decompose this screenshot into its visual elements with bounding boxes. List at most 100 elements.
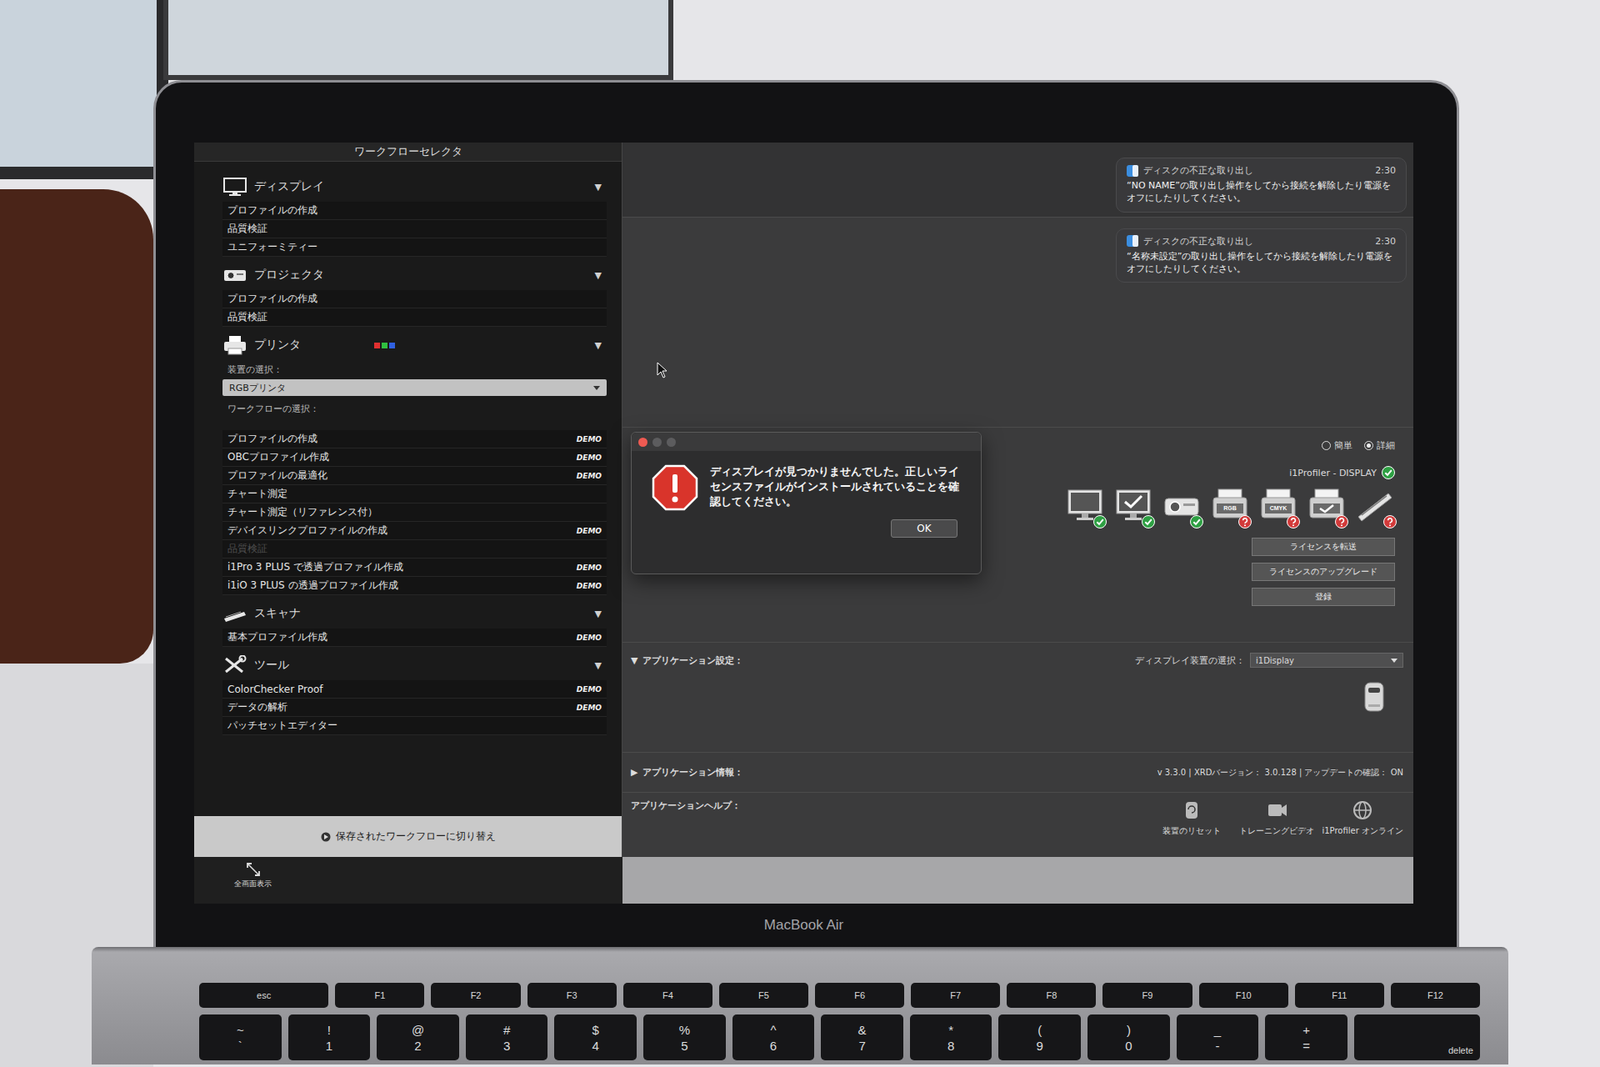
license-button[interactable]: 登録 bbox=[1251, 587, 1395, 606]
radio-button[interactable] bbox=[1364, 440, 1374, 450]
application-help: アプリケーションヘルプ：装置のリセットトレーニングビデオi1Profiler オ… bbox=[622, 792, 1414, 857]
radio-label: 簡単 bbox=[1334, 439, 1353, 452]
online-icon bbox=[1350, 799, 1375, 821]
license-button[interactable]: ライセンスを転送 bbox=[1251, 537, 1395, 556]
device-select[interactable]: RGBプリンタ bbox=[222, 379, 607, 396]
workflow-item[interactable]: プロファイルの最適化DEMO bbox=[222, 466, 607, 485]
switch-icon bbox=[320, 831, 331, 842]
dialog-titlebar bbox=[631, 432, 981, 451]
saved-workflow-button[interactable]: 保存されたワークフローに切り替え bbox=[194, 815, 622, 857]
expand-toggle[interactable]: ▼ bbox=[595, 181, 607, 193]
section-header[interactable]: スキャナ▼ bbox=[222, 598, 607, 629]
ok-button[interactable]: OK bbox=[890, 519, 958, 538]
section-header[interactable]: プロジェクタ ▼ bbox=[222, 260, 607, 290]
application-info: ▶アプリケーション情報：v 3.3.0 | XRDバージョン： 3.0.128 … bbox=[622, 752, 1414, 793]
workflow-item[interactable]: ColorChecker ProofDEMO bbox=[222, 680, 607, 699]
key-shift-label: & bbox=[858, 1023, 867, 1036]
section-label: プロジェクタ bbox=[254, 267, 325, 283]
keyboard-key[interactable]: *8 bbox=[910, 1014, 993, 1060]
module-icons: RGBCMYK bbox=[1065, 486, 1395, 525]
fullscreen-button[interactable]: 全画面表示 bbox=[234, 861, 272, 890]
workflow-item[interactable]: 基本プロファイル作成DEMO bbox=[222, 628, 607, 647]
display-device-select[interactable]: i1Display bbox=[1250, 652, 1404, 668]
number-row: ~`!1@2#3$4%5^6&7*8(9)0_-+=delete bbox=[199, 1014, 1480, 1060]
keyboard-key[interactable]: F8 bbox=[1006, 982, 1096, 1008]
keyboard-key[interactable]: F6 bbox=[815, 982, 905, 1008]
expand-toggle[interactable]: ▼ bbox=[630, 655, 638, 666]
workflow-item[interactable]: プロファイルの作成 bbox=[222, 201, 607, 220]
section-header[interactable]: ツール▼ bbox=[222, 650, 607, 680]
keyboard-key[interactable]: F10 bbox=[1199, 982, 1289, 1008]
notification[interactable]: ディスクの不正な取り出し2:30“名称未設定”の取り出し操作をしてから接続を解除… bbox=[1115, 228, 1407, 284]
keyboard-key[interactable]: F3 bbox=[527, 982, 617, 1008]
workflow-item[interactable]: パッチセットエディター bbox=[222, 716, 607, 735]
license-button[interactable]: ライセンスのアップグレード bbox=[1251, 562, 1395, 581]
keyboard-key[interactable]: !1 bbox=[288, 1014, 371, 1060]
expand-toggle[interactable]: ▶ bbox=[630, 766, 638, 778]
workflow-item[interactable]: デバイスリンクプロファイルの作成DEMO bbox=[222, 521, 607, 540]
mode-radio[interactable]: 詳細 bbox=[1364, 439, 1395, 452]
keyboard-key[interactable]: F1 bbox=[335, 982, 425, 1008]
help-button[interactable]: 装置のリセット bbox=[1151, 799, 1232, 837]
key-label: 3 bbox=[503, 1039, 510, 1052]
keyboard-key[interactable]: ^6 bbox=[732, 1014, 815, 1060]
keyboard-key[interactable]: F2 bbox=[430, 982, 520, 1008]
keyboard-key[interactable]: F4 bbox=[623, 982, 713, 1008]
notification[interactable]: ディスクの不正な取り出し2:30“NO NAME”の取り出し操作をしてから接続を… bbox=[1115, 157, 1407, 213]
keyboard-key[interactable]: &7 bbox=[820, 1014, 904, 1060]
workflow-item[interactable]: i1iO 3 PLUS の透過プロファイル作成DEMO bbox=[222, 576, 607, 595]
workflow-item[interactable]: ユニフォーミティー bbox=[222, 238, 607, 257]
keyboard-key[interactable]: F7 bbox=[910, 982, 1000, 1008]
expand-toggle[interactable]: ▼ bbox=[595, 608, 607, 620]
keyboard-key[interactable]: F12 bbox=[1390, 982, 1480, 1008]
keyboard-key[interactable]: F5 bbox=[719, 982, 809, 1008]
notifications: ディスクの不正な取り出し2:30“NO NAME”の取り出し操作をしてから接続を… bbox=[1115, 157, 1407, 283]
question-icon bbox=[1238, 515, 1252, 529]
radio-button[interactable] bbox=[1321, 440, 1331, 450]
workflow-item[interactable]: i1Pro 3 PLUS で透過プロファイル作成DEMO bbox=[222, 558, 607, 577]
help-button[interactable]: i1Profiler オンライン bbox=[1321, 799, 1404, 837]
keyboard-key[interactable]: @2 bbox=[376, 1014, 460, 1060]
keyboard-key[interactable]: #3 bbox=[465, 1014, 549, 1060]
workflow-item[interactable]: チャート測定 bbox=[222, 485, 607, 504]
keyboard-key[interactable]: %5 bbox=[643, 1014, 726, 1060]
workflow-item-label: プロファイルの作成 bbox=[227, 431, 318, 446]
workflow-item[interactable]: 品質検証 bbox=[222, 220, 607, 239]
workflow-item[interactable]: プロファイルの作成DEMO bbox=[222, 430, 607, 449]
error-dialog: ディスプレイが見つかりませんでした。正しいライセンスファイルがインストールされて… bbox=[630, 431, 982, 575]
section-header[interactable]: プリンタ▼ bbox=[222, 330, 607, 360]
delete-key[interactable]: delete bbox=[1354, 1014, 1480, 1060]
keyboard-key[interactable]: F9 bbox=[1102, 982, 1192, 1008]
help-button[interactable]: トレーニングビデオ bbox=[1236, 799, 1317, 837]
keyboard-key[interactable]: esc bbox=[199, 982, 329, 1008]
workflow-item[interactable]: OBCプロファイル作成DEMO bbox=[222, 448, 607, 467]
question-icon bbox=[1383, 515, 1397, 529]
expand-toggle[interactable]: ▼ bbox=[595, 340, 607, 351]
keyboard-key[interactable]: _- bbox=[1176, 1014, 1260, 1060]
keyboard-key[interactable]: ~` bbox=[199, 1014, 282, 1060]
workflow-item[interactable]: チャート測定（リファレンス付） bbox=[222, 503, 607, 522]
module bbox=[1113, 486, 1154, 525]
workflow-item[interactable]: データの解析DEMO bbox=[222, 698, 607, 717]
section-header[interactable]: ディスプレイ ▼ bbox=[222, 171, 607, 202]
workflow-item[interactable]: 品質検証 bbox=[222, 308, 607, 327]
laptop-lid: ワークフローセレクタディスプレイ▼プロファイルの作成品質検証ユニフォーミティープ… bbox=[153, 80, 1460, 947]
expand-toggle[interactable]: ▼ bbox=[595, 660, 607, 671]
finder-icon bbox=[1126, 235, 1139, 247]
key-shift-label: % bbox=[679, 1023, 690, 1036]
display-device-label: ディスプレイ装置の選択： bbox=[1135, 654, 1245, 667]
keyboard-key[interactable]: F11 bbox=[1295, 982, 1385, 1008]
section-label: ディスプレイ bbox=[254, 179, 325, 195]
mode-radio[interactable]: 簡単 bbox=[1321, 439, 1353, 452]
workflow-item[interactable]: プロファイルの作成 bbox=[222, 290, 607, 309]
keyboard-key[interactable]: += bbox=[1265, 1014, 1348, 1060]
workflow-section: プリンタ▼装置の選択：RGBプリンタワークフローの選択：プロファイルの作成DEM… bbox=[222, 330, 607, 595]
expand-toggle[interactable]: ▼ bbox=[595, 270, 607, 281]
workflow-section: スキャナ▼基本プロファイル作成DEMO bbox=[222, 598, 607, 647]
background-monitor bbox=[0, 0, 169, 180]
close-button[interactable] bbox=[638, 437, 648, 447]
notification-title: ディスクの不正な取り出し bbox=[1143, 235, 1254, 248]
keyboard-key[interactable]: )0 bbox=[1087, 1014, 1170, 1060]
keyboard-key[interactable]: $4 bbox=[554, 1014, 637, 1060]
keyboard-key[interactable]: (9 bbox=[998, 1014, 1081, 1060]
